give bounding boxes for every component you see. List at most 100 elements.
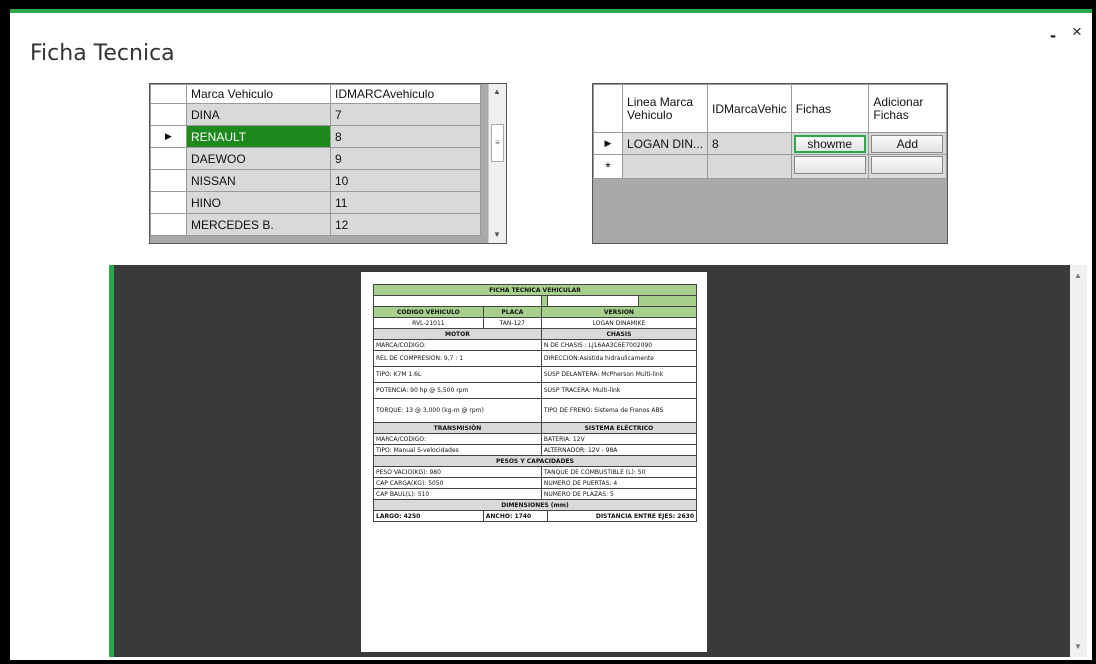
- motor-row: TORQUE: 13 @ 3,000 (kg-m @ rpm): [373, 398, 542, 423]
- cell-marca[interactable]: RENAULT: [186, 125, 331, 148]
- electrico-row: ALTERNADOR: 12V - 98A: [540, 444, 698, 456]
- new-row[interactable]: *: [593, 154, 947, 179]
- ficha-viewer[interactable]: FICHA TECNICA VEHICULAR CODIGO VEHICULO …: [109, 265, 1087, 657]
- row-header[interactable]: [150, 169, 187, 192]
- pesos-label: PESOS Y CAPACIDADES: [373, 455, 697, 467]
- row-indicator-icon[interactable]: ▶: [150, 125, 187, 148]
- electrico-label: SISTEMA ELÈCTRICO: [540, 422, 698, 434]
- cell-id[interactable]: 7: [330, 103, 481, 126]
- logo-cell: [373, 295, 542, 307]
- placa-label: PLACA: [482, 306, 542, 318]
- cell-id[interactable]: 8: [707, 132, 792, 155]
- table-row[interactable]: MERCEDES B. 12: [150, 213, 481, 236]
- table-row[interactable]: ▶ LOGAN DIN... 8 showme Add: [593, 132, 947, 155]
- scroll-down-icon[interactable]: ▼: [1074, 642, 1082, 651]
- photo-cell: [547, 295, 639, 307]
- capacidades-row: NUMERO DE PLAZAS: 5: [540, 488, 698, 500]
- pesos-row: CAP CARGA(KG): 5050: [373, 477, 542, 489]
- column-header-adicionar[interactable]: Adicionar Fichas: [868, 84, 947, 133]
- column-header-idmarca[interactable]: IDMARCAvehiculo: [330, 84, 481, 104]
- transmision-row: MARCA/CODIGO:: [373, 433, 542, 445]
- motor-row: POTENCIA: 90 hp @ 5,500 rpm: [373, 382, 542, 399]
- scroll-thumb[interactable]: ≡: [491, 124, 504, 162]
- cell-fichas: [790, 154, 870, 179]
- cell-marca[interactable]: DINA: [186, 103, 331, 126]
- cell-id[interactable]: 12: [330, 213, 481, 236]
- electrico-row: BATERIA: 12V: [540, 433, 698, 445]
- cell-id[interactable]: 10: [330, 169, 481, 192]
- table-row[interactable]: HINO 11: [150, 191, 481, 214]
- ficha-title: FICHA TECNICA VEHICULAR: [373, 284, 697, 296]
- pesos-row: PESO VACIO(KG): 980: [373, 466, 542, 478]
- grid-corner: [150, 84, 187, 104]
- largo-value: LARGO: 4250: [373, 510, 484, 522]
- empty-fichas-button[interactable]: [793, 156, 866, 174]
- cell-linea[interactable]: [622, 154, 709, 179]
- scroll-up-icon[interactable]: ▲: [1074, 271, 1082, 280]
- lineas-grid[interactable]: Linea Marca Vehiculo IDMarcaVehic Fichas…: [592, 83, 948, 244]
- cell-marca[interactable]: DAEWOO: [186, 147, 331, 170]
- close-button[interactable]: ×: [1072, 22, 1082, 42]
- table-row[interactable]: NISSAN 10: [150, 169, 481, 192]
- chasis-row: TIPO DE FRENO: Sistema de Frenos ABS: [540, 398, 698, 423]
- dimensiones-label: DIMENSIONES (mm): [373, 499, 697, 511]
- cell-id[interactable]: 9: [330, 147, 481, 170]
- column-header-fichas[interactable]: Fichas: [790, 84, 870, 133]
- distancia-value: DISTANCIA ENTRE EJES: 2630: [547, 510, 697, 522]
- chasis-row: N DE CHASIS : LJ16AA3C6E7002090: [540, 339, 698, 351]
- scroll-down-icon[interactable]: ▼: [493, 230, 501, 239]
- cell-adicionar: Add: [868, 132, 947, 155]
- row-header[interactable]: [150, 191, 187, 214]
- cell-id[interactable]: 8: [330, 125, 481, 148]
- empty-add-button[interactable]: [871, 156, 944, 174]
- cell-adicionar: [868, 154, 947, 179]
- table-row[interactable]: DINA 7: [150, 103, 481, 126]
- column-header-marca[interactable]: Marca Vehiculo: [186, 84, 331, 104]
- transmision-label: TRANSMISIÒN: [373, 422, 542, 434]
- column-header-idmarcavehic[interactable]: IDMarcaVehic: [707, 84, 792, 133]
- row-header[interactable]: [150, 147, 187, 170]
- showme-button[interactable]: showme: [793, 134, 866, 153]
- chasis-label: CHASIS: [540, 328, 698, 340]
- cell-marca[interactable]: NISSAN: [186, 169, 331, 192]
- row-header[interactable]: [150, 213, 187, 236]
- capacidades-row: TANQUE DE COMBUSTIBLE (L): 50: [540, 466, 698, 478]
- scroll-up-icon[interactable]: ▲: [493, 87, 501, 96]
- pesos-row: CAP BAUL(L): 510: [373, 488, 542, 500]
- placa-value: TAN-127: [482, 317, 542, 329]
- minimize-button[interactable]: -: [1050, 25, 1056, 46]
- ficha-sheet: FICHA TECNICA VEHICULAR CODIGO VEHICULO …: [361, 272, 707, 652]
- cell-linea[interactable]: LOGAN DIN...: [622, 132, 709, 155]
- cell-marca[interactable]: HINO: [186, 191, 331, 214]
- table-row[interactable]: DAEWOO 9: [150, 147, 481, 170]
- transmision-row: TIPO: Manual 5-velocidades: [373, 444, 542, 456]
- capacidades-row: NUMERO DE PUERTAS: 4: [540, 477, 698, 489]
- add-button[interactable]: Add: [871, 134, 944, 153]
- cell-fichas: showme: [790, 132, 870, 155]
- cell-id[interactable]: 11: [330, 191, 481, 214]
- grid-corner: [593, 84, 624, 133]
- marcas-scrollbar[interactable]: ▲ ≡ ▼: [488, 84, 506, 243]
- photo-side-cell: [637, 295, 698, 307]
- motor-row: MARCA/CODIGO:: [373, 339, 542, 351]
- version-label: VERSION: [540, 306, 698, 318]
- column-header-linea[interactable]: Linea Marca Vehiculo: [622, 84, 709, 133]
- marcas-grid[interactable]: Marca Vehiculo IDMARCAvehiculo DINA 7 ▶ …: [149, 83, 507, 244]
- version-value: LOGAN DINAMIKE: [540, 317, 698, 329]
- ficha-table: FICHA TECNICA VEHICULAR CODIGO VEHICULO …: [373, 284, 698, 522]
- viewer-scrollbar[interactable]: ▲ ▼: [1070, 265, 1087, 657]
- chasis-row: SUSP DELANTERA: McPherson Multi-link: [540, 366, 698, 383]
- window-title: Ficha Tecnica: [30, 41, 175, 66]
- motor-row: TIPO: K7M 1.6L: [373, 366, 542, 383]
- table-row-selected[interactable]: ▶ RENAULT 8: [150, 125, 481, 148]
- row-header[interactable]: [150, 103, 187, 126]
- chasis-row: SUSP TRACERA: Multi-link: [540, 382, 698, 399]
- motor-row: REL DE COMPRESION: 9,7 : 1: [373, 350, 542, 367]
- row-indicator-icon[interactable]: ▶: [593, 132, 624, 155]
- chasis-row: DIRECCION:Asistida hidraulicamente: [540, 350, 698, 367]
- cell-marca[interactable]: MERCEDES B.: [186, 213, 331, 236]
- codigo-value: RVL-21011: [373, 317, 484, 329]
- ancho-value: ANCHO: 1740: [482, 510, 549, 522]
- cell-id[interactable]: [707, 154, 792, 179]
- new-row-icon[interactable]: *: [593, 154, 624, 179]
